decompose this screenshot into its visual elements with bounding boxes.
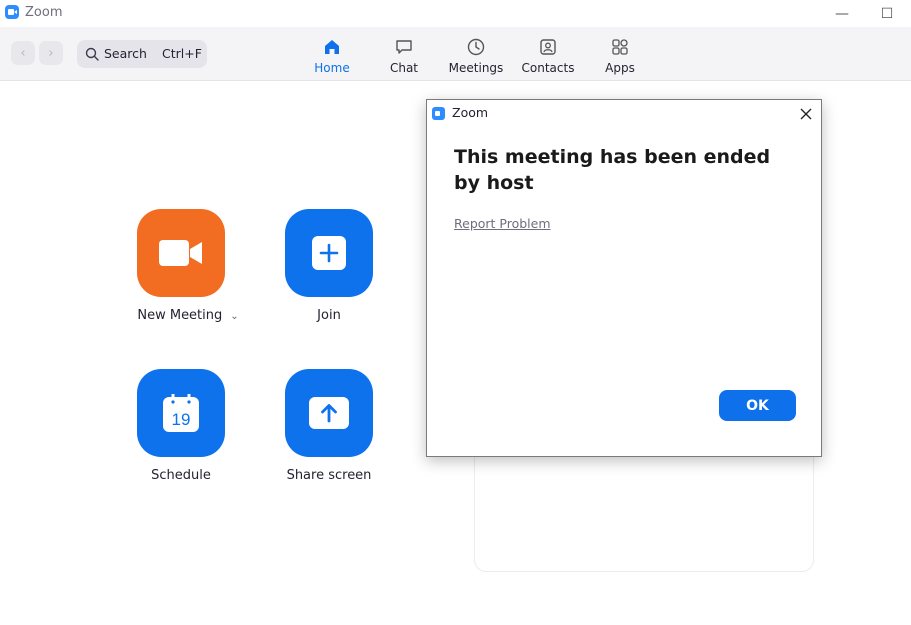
window-title: Zoom xyxy=(25,5,63,20)
zoom-logo-icon xyxy=(432,107,445,120)
join-label: Join xyxy=(317,308,341,323)
back-button[interactable]: ‹ xyxy=(11,41,35,65)
share-screen-label: Share screen xyxy=(286,468,372,483)
chat-icon xyxy=(396,40,412,54)
apps-icon xyxy=(612,39,628,55)
new-meeting-action[interactable]: New Meeting ⌄ xyxy=(126,209,239,339)
plus-icon xyxy=(312,236,346,270)
join-button[interactable] xyxy=(285,209,373,297)
clock-icon xyxy=(467,38,485,56)
schedule-label: Schedule xyxy=(151,468,211,483)
forward-button[interactable]: › xyxy=(39,41,63,65)
schedule-action[interactable]: 19 Schedule xyxy=(126,369,236,499)
meeting-ended-dialog: Zoom This meeting has been ended by host… xyxy=(426,99,822,457)
search-shortcut: Ctrl+F xyxy=(162,46,202,61)
search-icon xyxy=(85,47,99,61)
share-arrow-icon xyxy=(309,397,349,429)
calendar-icon: 19 xyxy=(163,394,199,432)
tab-meetings[interactable]: Meetings xyxy=(440,37,512,77)
calendar-day: 19 xyxy=(172,410,191,429)
tab-chat[interactable]: Chat xyxy=(368,37,440,77)
search-box[interactable]: Search Ctrl+F xyxy=(77,40,207,68)
join-action[interactable]: Join xyxy=(274,209,384,339)
contacts-icon xyxy=(540,39,556,55)
new-meeting-button[interactable] xyxy=(137,209,225,297)
chevron-down-icon[interactable]: ⌄ xyxy=(230,311,238,322)
toolbar: ‹ › Search Ctrl+F Home Chat Meetings Con… xyxy=(0,27,911,81)
share-screen-action[interactable]: Share screen xyxy=(274,369,384,499)
new-meeting-text: New Meeting xyxy=(137,308,223,323)
tab-home[interactable]: Home xyxy=(296,37,368,77)
zoom-logo-icon xyxy=(5,5,19,19)
maximize-button[interactable]: ☐ xyxy=(864,0,910,27)
close-icon xyxy=(800,108,812,120)
tab-apps[interactable]: Apps xyxy=(584,37,656,77)
ok-button[interactable]: OK xyxy=(719,390,796,421)
tab-apps-label: Apps xyxy=(605,61,635,75)
video-camera-icon xyxy=(159,240,202,266)
share-screen-button[interactable] xyxy=(285,369,373,457)
tab-contacts-label: Contacts xyxy=(521,61,575,75)
dialog-message: This meeting has been ended by host xyxy=(454,146,771,194)
report-problem-link[interactable]: Report Problem xyxy=(454,216,551,231)
chevron-left-icon: ‹ xyxy=(20,45,26,61)
new-meeting-label: New Meeting ⌄ xyxy=(137,308,238,323)
schedule-button[interactable]: 19 xyxy=(137,369,225,457)
minimize-button[interactable]: — xyxy=(819,0,865,27)
title-bar: Zoom — ☐ xyxy=(0,0,911,27)
tab-meetings-label: Meetings xyxy=(448,61,504,75)
dialog-close-button[interactable] xyxy=(795,103,817,125)
home-icon xyxy=(325,40,339,54)
dialog-title: Zoom xyxy=(452,105,489,120)
tab-chat-label: Chat xyxy=(389,61,419,75)
chevron-right-icon: › xyxy=(48,45,54,61)
tab-contacts[interactable]: Contacts xyxy=(512,37,584,77)
search-label: Search xyxy=(104,46,147,61)
tab-home-label: Home xyxy=(314,61,350,75)
